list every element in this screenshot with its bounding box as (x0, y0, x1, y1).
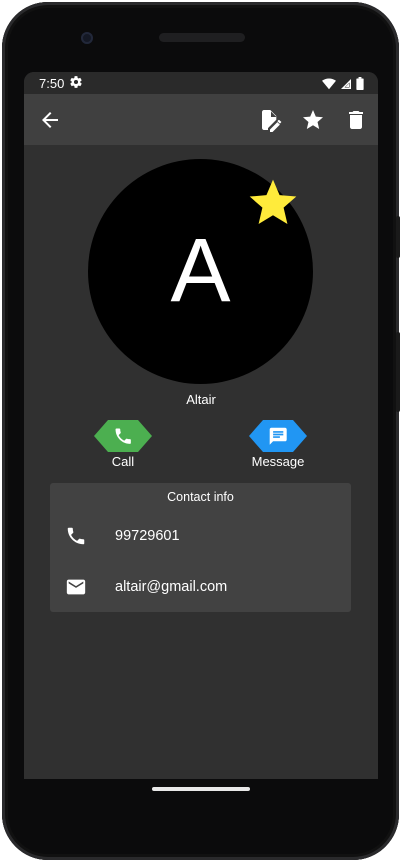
contact-name: Altair (186, 392, 216, 407)
gear-icon (69, 75, 83, 92)
email-row[interactable]: altair@gmail.com (50, 566, 351, 610)
star-icon[interactable] (301, 108, 325, 132)
email-icon (65, 576, 87, 598)
volume-button (396, 332, 400, 412)
status-icons (322, 77, 364, 90)
screen: 7:50 A Altair Call Message Contact info … (24, 72, 378, 779)
status-bar: 7:50 (24, 72, 378, 94)
home-gesture-bar[interactable] (152, 787, 250, 791)
contact-info-title: Contact info (167, 490, 234, 504)
delete-icon[interactable] (344, 108, 368, 132)
battery-icon (356, 77, 364, 90)
phone-icon (65, 525, 87, 547)
wifi-icon (322, 77, 336, 89)
call-button[interactable]: Call (83, 420, 163, 469)
phone-row[interactable]: 99729601 (50, 515, 351, 559)
phone-frame: 7:50 A Altair Call Message Contact info … (2, 2, 400, 860)
phone-number: 99729601 (115, 528, 180, 544)
message-label: Message (251, 454, 305, 469)
message-button[interactable]: Message (238, 420, 318, 469)
earpiece-speaker (159, 33, 245, 42)
arrow-back-icon[interactable] (38, 108, 62, 132)
front-camera (81, 32, 93, 44)
app-bar (24, 94, 378, 145)
call-label: Call (111, 454, 135, 469)
status-time: 7:50 (39, 76, 65, 91)
phone-icon (94, 420, 152, 452)
email-address: altair@gmail.com (115, 579, 228, 595)
favorite-star-icon (245, 175, 301, 231)
power-button (396, 216, 400, 258)
edit-icon[interactable] (258, 108, 282, 132)
contact-info-card: Contact info 99729601 altair@gmail.com (50, 483, 351, 612)
signal-icon (341, 78, 351, 89)
message-icon (249, 420, 307, 452)
